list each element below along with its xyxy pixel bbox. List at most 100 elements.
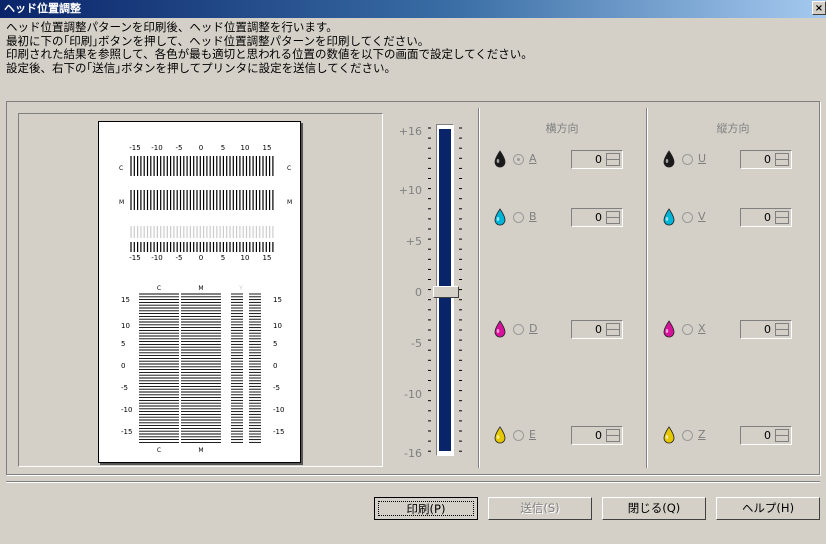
scale-tick-label: -10: [151, 254, 162, 262]
v-scale-label: 10: [121, 322, 130, 330]
vertical-option-u: U0: [662, 150, 802, 170]
horizontal-value-field[interactable]: 0: [571, 426, 623, 445]
row-mark: M: [119, 199, 124, 206]
col-mark: M: [198, 447, 203, 454]
instruction-line: 設定後、右下の｢送信｣ボタンを押してプリンタに設定を送信してください。: [6, 60, 396, 75]
value-text: 0: [595, 211, 602, 224]
value-text: 0: [764, 153, 771, 166]
vertical-value-field[interactable]: 0: [740, 150, 792, 169]
vertical-radio-label: V: [698, 210, 706, 223]
magenta-ink-drop-icon: [663, 320, 675, 338]
horizontal-radio[interactable]: [513, 212, 524, 223]
v-scale-label: -10: [273, 406, 284, 414]
send-button[interactable]: 送信(S): [488, 497, 592, 520]
v-scale-label: -5: [273, 384, 280, 392]
slider-ticks-left: [428, 127, 431, 452]
print-button-label: 印刷(P): [378, 501, 474, 516]
horizontal-option-d: D0: [493, 320, 633, 340]
horizontal-radio[interactable]: [513, 430, 524, 441]
instruction-line: ヘッド位置調整パターンを印刷後、ヘッド位置調整を行います。: [6, 20, 338, 34]
v-scale-label: -15: [273, 428, 284, 436]
instruction-line: 印刷された結果を参照して、各色が最も適切と思われる位置の数値を以下の画面で設定し…: [6, 47, 533, 61]
value-text: 0: [764, 211, 771, 224]
row-mark: C: [287, 165, 291, 172]
group-divider: [646, 108, 648, 468]
black-ink-drop-icon: [663, 150, 675, 168]
scale-tick-label: -10: [151, 144, 162, 152]
col-mark: C: [157, 447, 161, 454]
vertical-option-x: X0: [662, 320, 802, 340]
slider-ticks-right: [459, 127, 462, 452]
value-text: 0: [595, 153, 602, 166]
spin-buttons[interactable]: [775, 211, 789, 224]
scale-tick-label: 10: [241, 254, 250, 262]
help-button[interactable]: ヘルプ(H): [716, 497, 820, 520]
spin-buttons[interactable]: [606, 429, 620, 442]
horizontal-radio-label: B: [529, 210, 537, 223]
spin-buttons[interactable]: [606, 153, 620, 166]
horizontal-value-field[interactable]: 0: [571, 150, 623, 169]
v-scale-label: 10: [273, 322, 282, 330]
group-divider: [478, 108, 480, 468]
col-mark: Y: [238, 285, 243, 292]
yellow-ink-drop-icon: [663, 426, 675, 444]
slider-label: +5: [405, 235, 422, 248]
horizontal-radio-label: D: [529, 322, 538, 335]
v-scale-label: -10: [121, 406, 132, 414]
magenta-ink-drop-icon: [494, 320, 506, 338]
horizontal-value-field[interactable]: 0: [571, 320, 623, 339]
adjust-slider-thumb[interactable]: [433, 286, 459, 298]
scale-tick-label: -5: [176, 144, 183, 152]
row-mark: M: [287, 199, 292, 206]
horizontal-header: 横方向: [545, 122, 579, 135]
horizontal-radio[interactable]: [513, 324, 524, 335]
vertical-radio[interactable]: [682, 154, 693, 165]
scale-tick-label: 10: [241, 144, 250, 152]
alignment-pattern-preview: -15 -10 -5 0 5 10 15 -15 -10 -5 0 5 10 15 C C M M 15 15 10 10…: [98, 121, 301, 463]
spin-buttons[interactable]: [606, 323, 620, 336]
scale-tick-label: -15: [129, 144, 140, 152]
col-mark: M: [198, 285, 203, 292]
vertical-value-field[interactable]: 0: [740, 208, 792, 227]
vertical-radio-label: X: [698, 322, 706, 335]
row-mark: C: [119, 165, 123, 172]
horizontal-value-field[interactable]: 0: [571, 208, 623, 227]
instructions: ヘッド位置調整パターンを印刷後、ヘッド位置調整を行います。 最初に下の｢印刷｣ボ…: [6, 20, 533, 75]
scale-tick-label: -15: [129, 254, 140, 262]
value-text: 0: [595, 323, 602, 336]
scale-tick-label: 5: [221, 254, 225, 262]
spin-buttons[interactable]: [775, 323, 789, 336]
print-button[interactable]: 印刷(P): [374, 497, 478, 520]
value-text: 0: [764, 429, 771, 442]
scale-tick-label: 0: [199, 144, 203, 152]
vertical-radio[interactable]: [682, 324, 693, 335]
vertical-header: 縦方向: [716, 122, 750, 135]
vertical-radio-label: Z: [698, 428, 706, 441]
v-scale-label: -15: [121, 428, 132, 436]
horizontal-radio-label: E: [529, 428, 536, 441]
scale-tick-label: 15: [263, 144, 272, 152]
vertical-radio[interactable]: [682, 430, 693, 441]
vertical-option-z: Z0: [662, 426, 802, 446]
spin-buttons[interactable]: [606, 211, 620, 224]
yellow-ink-drop-icon: [494, 426, 506, 444]
vertical-value-field[interactable]: 0: [740, 320, 792, 339]
vertical-option-v: V0: [662, 208, 802, 228]
horizontal-option-e: E0: [493, 426, 633, 446]
title-bar: ヘッド位置調整 ×: [0, 0, 826, 18]
vertical-value-field[interactable]: 0: [740, 426, 792, 445]
close-button[interactable]: 閉じる(Q): [602, 497, 706, 520]
pattern-drawing: -15 -10 -5 0 5 10 15 -15 -10 -5 0 5 10 15 C C M M 15 15 10 10…: [119, 144, 292, 454]
v-scale-label: 15: [121, 296, 130, 304]
scale-tick-label: 5: [221, 144, 225, 152]
slider-label: 0: [415, 286, 422, 299]
scale-tick-label: -5: [176, 254, 183, 262]
slider-label: +16: [398, 125, 422, 138]
scale-tick-label: 15: [263, 254, 272, 262]
spin-buttons[interactable]: [775, 429, 789, 442]
vertical-radio[interactable]: [682, 212, 693, 223]
value-text: 0: [595, 429, 602, 442]
spin-buttons[interactable]: [775, 153, 789, 166]
close-window-button[interactable]: ×: [812, 1, 826, 15]
horizontal-radio[interactable]: [513, 154, 524, 165]
